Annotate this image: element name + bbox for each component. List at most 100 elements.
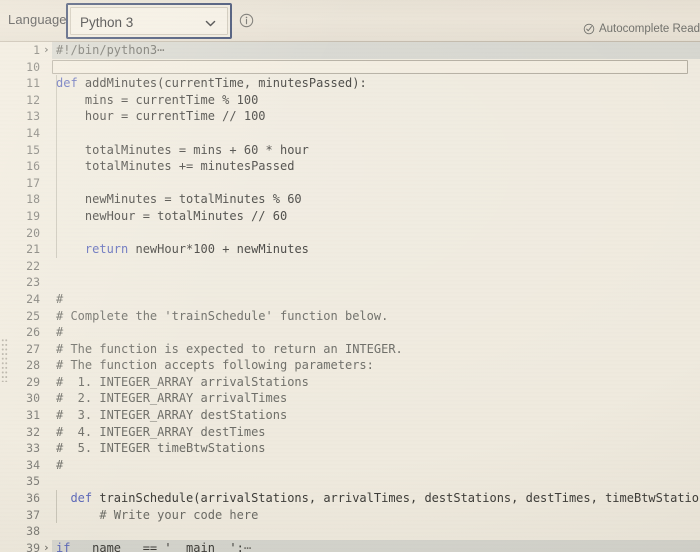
code-line[interactable]: 37 # Write your code here: [0, 507, 700, 524]
code-line[interactable]: 17: [0, 175, 700, 192]
line-number: 37: [26, 507, 40, 522]
code-token: def: [56, 76, 78, 91]
code-text: totalMinutes += minutesPassed: [56, 158, 700, 175]
line-number: 30: [26, 391, 40, 406]
line-number: 32: [26, 424, 40, 439]
code-text: # 4. INTEGER_ARRAY destTimes: [56, 424, 700, 441]
code-editor[interactable]: 1 › #!/bin/python3⋯ 10 11 def addMinutes(curr…: [0, 42, 700, 552]
code-line[interactable]: 10: [0, 59, 700, 76]
code-line[interactable]: 32 # 4. INTEGER_ARRAY destTimes: [0, 424, 700, 441]
fold-arrow-icon[interactable]: ›: [43, 540, 53, 552]
code-text: #: [56, 291, 700, 308]
code-token: newHour = totalMinutes //: [56, 208, 273, 223]
code-line[interactable]: 26 #: [0, 324, 700, 341]
code-line[interactable]: 27 # The function is expected to return a…: [0, 341, 700, 358]
code-token: if: [56, 540, 71, 552]
code-text: hour = currentTime // 100: [56, 108, 700, 125]
code-token: + newMinutes: [214, 242, 309, 257]
line-number: 31: [26, 408, 40, 423]
code-line[interactable]: 23: [0, 274, 700, 291]
code-line[interactable]: 19 newHour = totalMinutes // 60: [0, 208, 700, 225]
code-text: # The function accepts following paramet…: [56, 357, 700, 374]
code-token: hour = currentTime //: [56, 109, 244, 124]
code-token: ⋯: [243, 540, 252, 552]
code-token: #!/bin/python3: [56, 43, 158, 57]
code-token: # The function accepts following paramet…: [56, 358, 374, 373]
code-line[interactable]: 39 › if __name__ == '__main__':⋯: [0, 539, 700, 552]
code-token: newHour*: [128, 242, 194, 257]
code-token: 100: [243, 109, 266, 124]
code-line[interactable]: 25 # Complete the 'trainSchedule' functio…: [0, 308, 700, 325]
code-text: # The function is expected to return an …: [56, 341, 700, 358]
code-line[interactable]: 36 def trainSchedule(arrivalStations, ar…: [0, 490, 700, 507]
line-number: 11: [26, 76, 40, 91]
code-line[interactable]: 38: [0, 523, 700, 540]
code-text: totalMinutes = mins + 60 * hour: [56, 142, 700, 159]
code-line[interactable]: 13 hour = currentTime // 100: [0, 108, 700, 125]
code-token: totalMinutes = mins +: [56, 142, 244, 157]
chevron-down-icon: [204, 17, 217, 30]
line-number: 20: [26, 225, 40, 240]
indent-guide: [56, 490, 57, 524]
language-select[interactable]: Python 3: [70, 7, 228, 35]
code-line[interactable]: 20: [0, 225, 700, 242]
code-text: #: [56, 324, 700, 341]
code-text: # Write your code here: [56, 507, 700, 524]
language-select-value: Python 3: [80, 15, 134, 30]
code-token: return: [56, 242, 129, 257]
code-token: #: [56, 457, 64, 472]
code-line[interactable]: 28 # The function accepts following param…: [0, 357, 700, 374]
code-line[interactable]: 12 mins = currentTime % 100: [0, 92, 700, 109]
line-number: 15: [26, 142, 40, 157]
code-token: # Write your code here: [56, 507, 259, 522]
line-number: 33: [26, 441, 40, 456]
code-line[interactable]: 34 #: [0, 457, 700, 474]
code-text: mins = currentTime % 100: [56, 92, 700, 109]
code-text: # 2. INTEGER_ARRAY arrivalTimes: [56, 390, 700, 407]
code-token: trainSchedule(arrivalStations, arrivalTi…: [92, 491, 700, 506]
line-number: 10: [26, 59, 40, 74]
line-number: 16: [26, 159, 40, 174]
code-token: # 4. INTEGER_ARRAY destTimes: [56, 424, 266, 439]
fold-arrow-icon[interactable]: ›: [43, 42, 53, 59]
code-token: 60: [287, 192, 302, 207]
code-line[interactable]: 29 # 1. INTEGER_ARRAY arrivalStations: [0, 374, 700, 391]
code-line[interactable]: 24 #: [0, 291, 700, 308]
code-line[interactable]: 16 totalMinutes += minutesPassed: [0, 158, 700, 175]
code-text: def trainSchedule(arrivalStations, arriv…: [56, 490, 700, 507]
code-line[interactable]: 1 › #!/bin/python3⋯: [0, 42, 700, 59]
code-token: newMinutes = totalMinutes %: [56, 192, 288, 207]
code-text: # 1. INTEGER_ARRAY arrivalStations: [56, 374, 700, 391]
code-token: mins = currentTime %: [56, 92, 237, 107]
line-number: 22: [26, 258, 40, 273]
code-token: * hour: [258, 142, 309, 157]
code-line[interactable]: 18 newMinutes = totalMinutes % 60: [0, 191, 700, 208]
code-text: if __name__ == '__main__':⋯: [56, 540, 700, 552]
code-line[interactable]: 11 def addMinutes(currentTime, minutesPas…: [0, 75, 700, 92]
code-line[interactable]: 22: [0, 258, 700, 275]
indent-guide: [56, 75, 57, 258]
code-line[interactable]: 33 # 5. INTEGER timeBtwStations: [0, 440, 700, 457]
autocomplete-status: Autocomplete Read: [583, 23, 700, 35]
code-text: def addMinutes(currentTime, minutesPasse…: [56, 75, 700, 92]
line-number: 25: [26, 308, 40, 323]
code-line[interactable]: 31 # 3. INTEGER_ARRAY destStations: [0, 407, 700, 424]
line-number: 36: [26, 491, 40, 506]
code-token: # 2. INTEGER_ARRAY arrivalTimes: [56, 391, 288, 406]
code-line[interactable]: 14: [0, 125, 700, 142]
code-token: #: [56, 325, 64, 340]
code-text: newHour = totalMinutes // 60: [56, 208, 700, 225]
info-circle-icon[interactable]: [239, 13, 254, 28]
code-line[interactable]: 35: [0, 473, 700, 490]
code-line[interactable]: 30 # 2. INTEGER_ARRAY arrivalTimes: [0, 390, 700, 407]
code-line[interactable]: 21 return newHour*100 + newMinutes: [0, 241, 700, 258]
panel-splitter-handle[interactable]: [1, 338, 8, 382]
line-number: 12: [26, 92, 40, 107]
line-number: 34: [26, 457, 40, 472]
code-token: :: [236, 540, 244, 552]
code-line[interactable]: 15 totalMinutes = mins + 60 * hour: [0, 142, 700, 159]
code-token: # Complete the 'trainSchedule' function …: [56, 308, 389, 323]
code-lines[interactable]: 1 › #!/bin/python3⋯ 10 11 def addMinutes(curr…: [0, 42, 700, 552]
inline-insert-box[interactable]: [52, 59, 688, 75]
check-circle-icon: [583, 23, 595, 35]
